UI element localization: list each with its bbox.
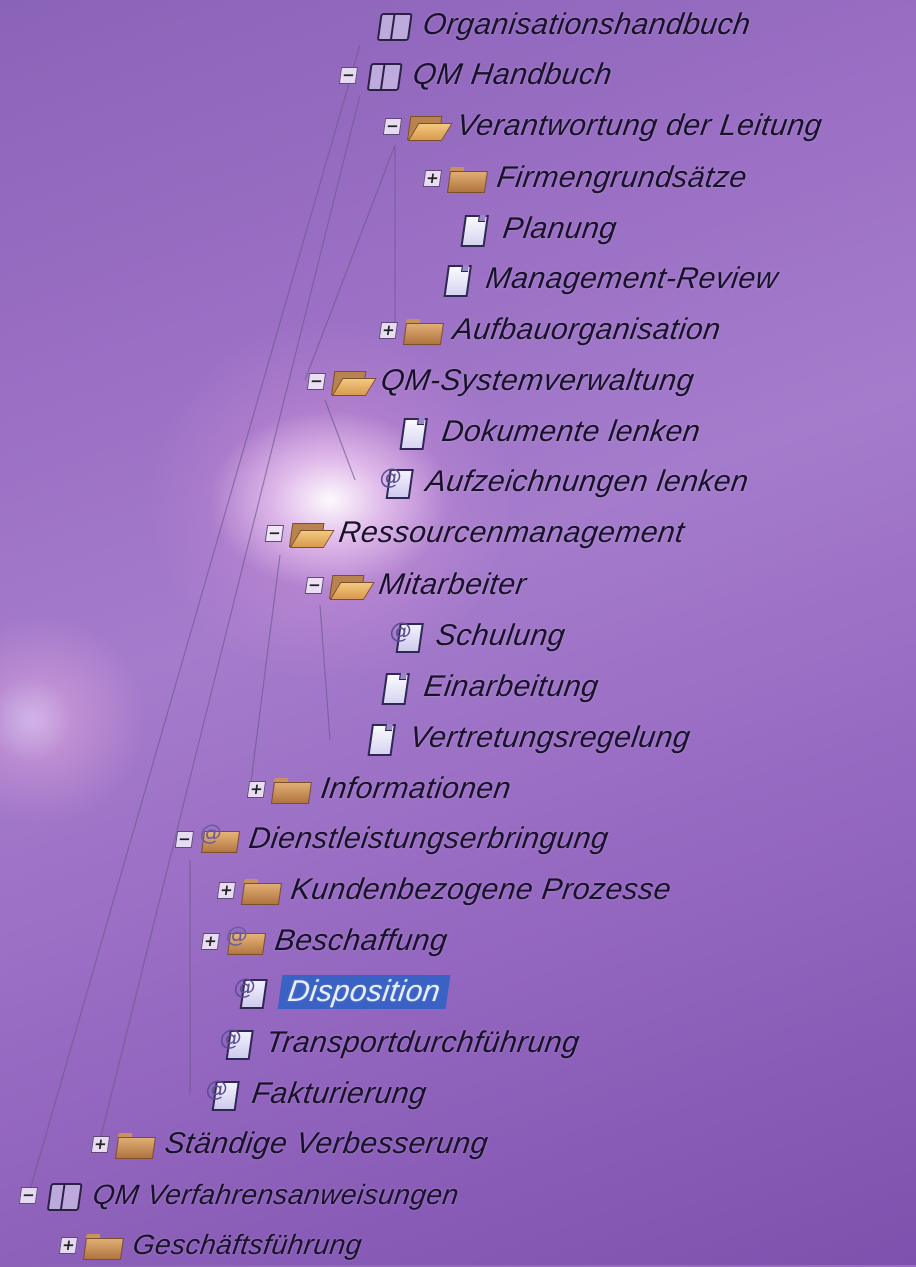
attachment-document-icon bbox=[200, 1079, 244, 1109]
collapse-toggle[interactable]: − bbox=[304, 576, 325, 594]
tree-item-ressourcenmanagement[interactable]: − Ressourcenmanagement bbox=[263, 511, 687, 555]
tree-item-label: Transportdurchführung bbox=[263, 1026, 582, 1059]
expand-toggle[interactable]: + bbox=[422, 169, 443, 187]
tree-item-planung[interactable]: Planung bbox=[450, 207, 620, 251]
tree-item-dienstleistungserbringung[interactable]: − Dienstleistungserbringung bbox=[173, 817, 612, 861]
folder-open-icon bbox=[327, 570, 371, 600]
document-icon bbox=[372, 672, 416, 702]
document-icon bbox=[434, 264, 478, 294]
folder-closed-icon bbox=[445, 163, 489, 193]
tree-item-aufbauorganisation[interactable]: + Aufbauorganisation bbox=[377, 308, 724, 352]
tree-item-geschaeftsfuehrung[interactable]: + Geschäftsführung bbox=[57, 1223, 365, 1267]
tree-item-staendige-verbesserung[interactable]: + Ständige Verbesserung bbox=[89, 1122, 491, 1166]
tree-item-qm-handbuch[interactable]: − QM Handbuch bbox=[337, 53, 615, 97]
tree-item-label: QM-Systemverwaltung bbox=[378, 364, 697, 397]
collapse-toggle[interactable]: − bbox=[382, 117, 403, 135]
folder-closed-icon bbox=[81, 1230, 125, 1260]
collapse-toggle[interactable]: − bbox=[338, 66, 359, 84]
tree-item-label: Dienstleistungserbringung bbox=[246, 822, 611, 855]
folder-open-icon bbox=[329, 366, 373, 396]
document-icon bbox=[358, 723, 402, 753]
tree-item-schulung[interactable]: Schulung bbox=[383, 614, 568, 658]
document-icon bbox=[451, 214, 495, 244]
tree-item-firmengrundsaetze[interactable]: + Firmengrundsätze bbox=[421, 156, 750, 200]
tree-item-organisationshandbuch[interactable]: Organisationshandbuch bbox=[347, 3, 754, 47]
tree-item-management-review[interactable]: Management-Review bbox=[433, 257, 781, 301]
tree-item-label: Verantwortung der Leitung bbox=[454, 109, 825, 142]
attachment-folder-icon bbox=[197, 824, 241, 854]
tree-item-disposition[interactable]: Disposition bbox=[227, 970, 451, 1014]
tree-item-label: Informationen bbox=[318, 772, 514, 805]
folder-open-icon bbox=[287, 518, 331, 548]
tree-item-label: Schulung bbox=[433, 619, 568, 652]
attachment-document-icon bbox=[214, 1028, 258, 1058]
book-icon bbox=[371, 10, 415, 40]
collapse-toggle[interactable]: − bbox=[18, 1186, 39, 1204]
tree-item-verantwortung-der-leitung[interactable]: − Verantwortung der Leitung bbox=[381, 104, 825, 148]
book-icon bbox=[41, 1180, 85, 1210]
expand-toggle[interactable]: + bbox=[216, 881, 237, 899]
tree-item-label: Aufbauorganisation bbox=[450, 313, 723, 346]
expand-toggle[interactable]: + bbox=[58, 1236, 79, 1254]
folder-closed-icon bbox=[269, 774, 313, 804]
expand-toggle[interactable]: + bbox=[200, 932, 221, 950]
tree-item-informationen[interactable]: + Informationen bbox=[245, 767, 514, 811]
tree-item-label-selected: Disposition bbox=[277, 975, 451, 1009]
tree-item-dokumente-lenken[interactable]: Dokumente lenken bbox=[389, 410, 703, 454]
tree-item-label: Firmengrundsätze bbox=[494, 161, 750, 194]
tree-item-vertretungsregelung[interactable]: Vertretungsregelung bbox=[357, 716, 693, 760]
tree-item-mitarbeiter[interactable]: − Mitarbeiter bbox=[303, 563, 529, 607]
attachment-document-icon bbox=[374, 467, 418, 497]
tree-item-label: QM Verfahrensanweisungen bbox=[90, 1179, 462, 1210]
tree-item-aufzeichnungen-lenken[interactable]: Aufzeichnungen lenken bbox=[373, 460, 752, 504]
expand-toggle[interactable]: + bbox=[246, 780, 267, 798]
tree-item-label: Geschäftsführung bbox=[130, 1229, 365, 1260]
collapse-toggle[interactable]: − bbox=[174, 830, 195, 848]
folder-closed-icon bbox=[113, 1129, 157, 1159]
tree-item-label: Mitarbeiter bbox=[376, 568, 529, 601]
tree-item-label: Ressourcenmanagement bbox=[336, 516, 687, 549]
tree-item-label: Aufzeichnungen lenken bbox=[423, 465, 751, 498]
tree-item-einarbeitung[interactable]: Einarbeitung bbox=[371, 665, 602, 709]
folder-closed-icon bbox=[401, 315, 445, 345]
tree-item-beschaffung[interactable]: + Beschaffung bbox=[199, 919, 450, 963]
tree-item-kundenbezogene-prozesse[interactable]: + Kundenbezogene Prozesse bbox=[215, 868, 674, 912]
tree-item-label: Kundenbezogene Prozesse bbox=[288, 873, 674, 906]
tree-item-transportdurchfuehrung[interactable]: Transportdurchführung bbox=[213, 1021, 583, 1065]
tree-item-label: QM Handbuch bbox=[410, 58, 615, 91]
collapse-toggle[interactable]: − bbox=[264, 524, 285, 542]
tree-item-label: Planung bbox=[500, 212, 619, 245]
expand-toggle[interactable]: + bbox=[378, 321, 399, 339]
folder-closed-icon bbox=[239, 875, 283, 905]
tree-item-label: Vertretungsregelung bbox=[407, 721, 693, 754]
attachment-document-icon bbox=[384, 621, 428, 651]
tree-item-label: Ständige Verbesserung bbox=[162, 1127, 491, 1160]
collapse-toggle[interactable]: − bbox=[306, 372, 327, 390]
attachment-document-icon bbox=[228, 977, 272, 1007]
attachment-folder-icon bbox=[223, 926, 267, 956]
tree-item-label: Einarbeitung bbox=[421, 670, 601, 703]
folder-open-icon bbox=[405, 111, 449, 141]
expand-toggle[interactable]: + bbox=[90, 1135, 111, 1153]
book-icon bbox=[361, 60, 405, 90]
tree-item-label: Fakturierung bbox=[249, 1077, 429, 1110]
tree-item-fakturierung[interactable]: Fakturierung bbox=[199, 1072, 430, 1116]
tree-view: Organisationshandbuch − QM Handbuch − Ve… bbox=[0, 0, 916, 1265]
tree-item-label: Beschaffung bbox=[272, 924, 450, 957]
tree-item-label: Organisationshandbuch bbox=[420, 8, 753, 41]
document-icon bbox=[390, 417, 434, 447]
tree-item-label: Management-Review bbox=[483, 262, 781, 295]
tree-item-qm-systemverwaltung[interactable]: − QM-Systemverwaltung bbox=[305, 359, 697, 403]
tree-item-label: Dokumente lenken bbox=[439, 415, 703, 448]
tree-item-qm-verfahrensanweisungen[interactable]: − QM Verfahrensanweisungen bbox=[17, 1173, 462, 1217]
